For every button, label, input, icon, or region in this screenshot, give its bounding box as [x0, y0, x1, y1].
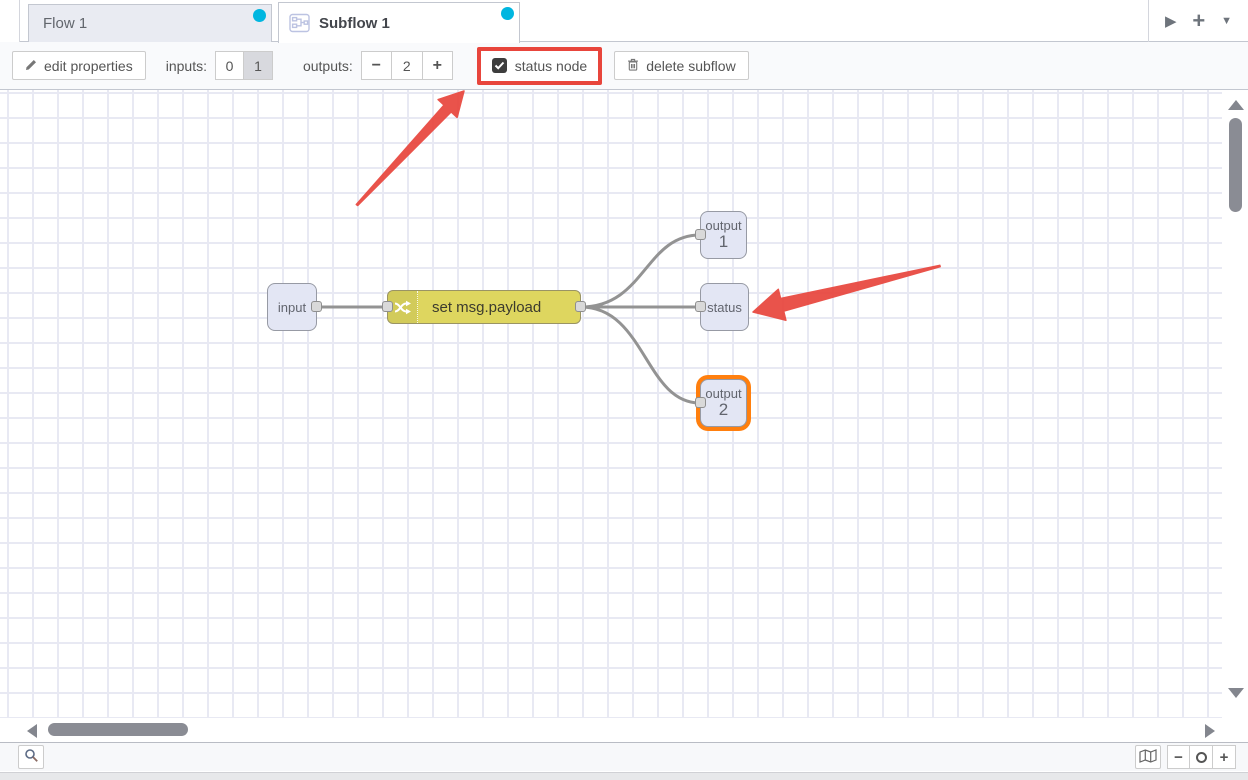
tab-flow-1-label: Flow 1	[43, 15, 87, 32]
annotation-highlight-box: status node	[477, 47, 602, 85]
outputs-count-value: 2	[392, 51, 422, 80]
wire[interactable]	[581, 307, 700, 403]
vertical-scrollbar[interactable]	[1222, 90, 1248, 718]
outputs-label: outputs:	[303, 58, 353, 74]
output-port[interactable]	[311, 301, 322, 312]
zoom-controls: − +	[1167, 745, 1236, 769]
input-port[interactable]	[695, 397, 706, 408]
node-label: output	[705, 219, 741, 233]
scroll-up-arrow[interactable]	[1228, 100, 1244, 110]
unsaved-changes-dot	[501, 7, 514, 20]
input-port[interactable]	[382, 301, 393, 312]
node-subflow-output-2-selected[interactable]: output 2	[700, 379, 747, 427]
footer-right-controls: − +	[1135, 745, 1236, 769]
inputs-toggle-group: 0 1	[215, 51, 273, 80]
vertical-scroll-thumb[interactable]	[1229, 118, 1242, 212]
outputs-stepper: − 2 +	[361, 51, 453, 80]
status-node-label: status node	[515, 58, 587, 74]
flow-canvas[interactable]: input set msg.payload output 1 status ou…	[0, 90, 1222, 718]
trash-icon	[627, 58, 639, 74]
node-number: 2	[719, 401, 728, 419]
tab-bar-controls: ▶ + ▼	[1148, 0, 1248, 42]
delete-subflow-button[interactable]: delete subflow	[614, 51, 749, 80]
pencil-icon	[25, 58, 37, 74]
node-label: status	[707, 300, 742, 315]
add-flow-button[interactable]: +	[1192, 10, 1205, 32]
tab-subflow-1[interactable]: Subflow 1	[278, 2, 520, 43]
inputs-1-button[interactable]: 1	[244, 51, 273, 80]
node-change-set-msg-payload[interactable]: set msg.payload	[387, 290, 581, 324]
outputs-decrease-button[interactable]: −	[361, 51, 392, 80]
scroll-left-arrow[interactable]	[27, 724, 37, 738]
map-icon	[1139, 749, 1157, 766]
node-label: input	[278, 300, 306, 315]
node-label: output	[705, 387, 741, 401]
zoom-out-button[interactable]: −	[1167, 745, 1190, 769]
edit-properties-button[interactable]: edit properties	[12, 51, 146, 80]
tab-scroll-left-zone	[0, 0, 20, 42]
node-subflow-input[interactable]: input	[267, 283, 317, 331]
wire[interactable]	[581, 235, 700, 307]
tab-subflow-1-label: Subflow 1	[319, 15, 390, 32]
output-port[interactable]	[575, 301, 586, 312]
zoom-in-button[interactable]: +	[1213, 745, 1236, 769]
status-node-toggle-button[interactable]: status node	[484, 53, 595, 79]
horizontal-scroll-thumb[interactable]	[48, 723, 188, 736]
search-icon	[24, 748, 39, 766]
workspace-footer: − +	[0, 742, 1248, 771]
inputs-0-button[interactable]: 0	[215, 51, 244, 80]
next-tab-button[interactable]: ▶	[1165, 12, 1177, 30]
wire-layer	[0, 90, 1222, 718]
checkbox-checked-icon[interactable]	[492, 58, 507, 73]
list-flows-dropdown-button[interactable]: ▼	[1221, 15, 1232, 27]
zoom-reset-icon	[1196, 752, 1207, 763]
unsaved-changes-dot	[253, 9, 266, 22]
outputs-increase-button[interactable]: +	[422, 51, 453, 80]
node-label: set msg.payload	[432, 299, 541, 316]
node-subflow-output-1[interactable]: output 1	[700, 211, 747, 259]
bottom-edge-strip	[0, 772, 1248, 780]
input-port[interactable]	[695, 301, 706, 312]
delete-subflow-label: delete subflow	[646, 58, 736, 74]
horizontal-scrollbar[interactable]	[0, 718, 1248, 742]
search-flows-button[interactable]	[18, 745, 44, 769]
input-port[interactable]	[695, 229, 706, 240]
navigator-button[interactable]	[1135, 745, 1161, 769]
subflow-toolbar: edit properties inputs: 0 1 outputs: − 2…	[0, 42, 1248, 90]
zoom-reset-button[interactable]	[1190, 745, 1213, 769]
edit-properties-label: edit properties	[44, 58, 133, 74]
node-subflow-status[interactable]: status	[700, 283, 749, 331]
node-number: 1	[719, 233, 728, 251]
flow-tab-bar: Flow 1 Subflow 1 ▶ + ▼	[0, 0, 1248, 42]
scroll-down-arrow[interactable]	[1228, 688, 1244, 698]
inputs-label: inputs:	[166, 58, 207, 74]
tab-flow-1[interactable]: Flow 1	[28, 4, 272, 42]
scroll-right-arrow[interactable]	[1205, 724, 1215, 738]
subflow-icon	[289, 13, 311, 33]
